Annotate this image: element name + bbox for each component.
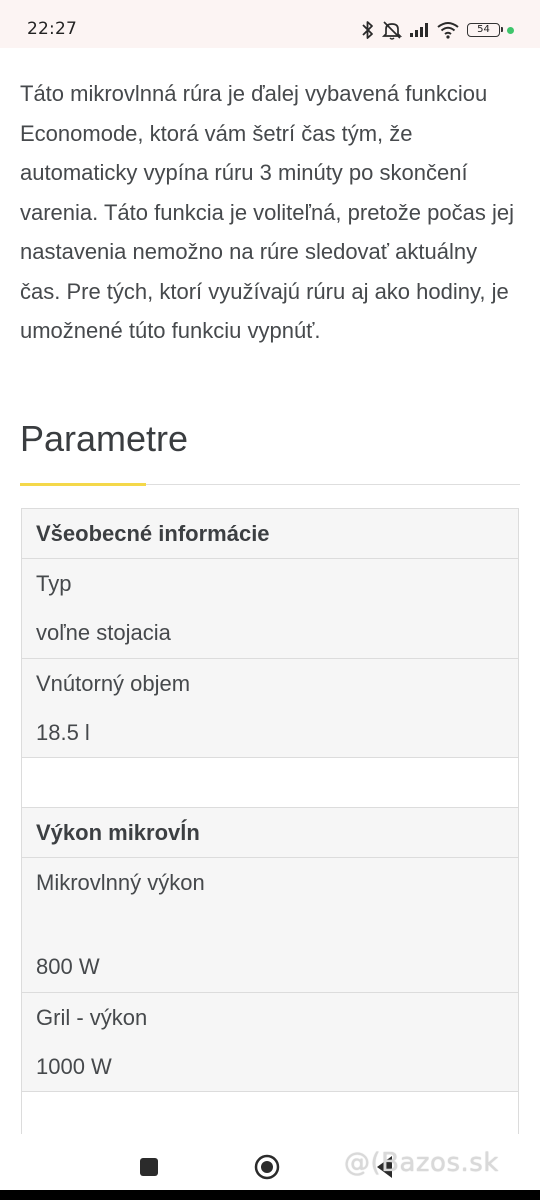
title-accent-underline [20, 483, 146, 486]
param-value: 18.5 l [36, 720, 90, 745]
param-row-volume: Vnútorný objem 18.5 l [22, 659, 518, 758]
param-value: 800 W [36, 954, 100, 979]
home-button[interactable] [254, 1154, 280, 1180]
status-icons: 54 [355, 18, 514, 42]
param-label: Mikrovlnný výkon [36, 870, 205, 895]
bottom-edge [0, 1190, 540, 1200]
param-label: Vnútorný objem [36, 671, 191, 696]
parameters-table: Všeobecné informácie Typ voľne stojacia … [21, 508, 519, 1134]
navigation-bar: @(Bazos.sk [0, 1134, 540, 1190]
status-bar: 22:27 54 [0, 0, 540, 48]
wifi-icon [437, 21, 459, 39]
article-content: Táto mikrovlnná rúra je ďalej vybavená f… [20, 74, 520, 351]
param-value: 1000 W [36, 1054, 112, 1079]
param-label: Typ [36, 571, 72, 596]
param-row-microwave-power: Mikrovlnný výkon 800 W [22, 858, 518, 993]
param-row-grill-power: Gril - výkon 1000 W [22, 993, 518, 1092]
recents-button[interactable] [140, 1158, 158, 1176]
signal-icon [409, 22, 431, 38]
muted-vibrate-icon [381, 20, 403, 40]
table-spacer [22, 1092, 518, 1134]
watermark: @(Bazos.sk [344, 1148, 499, 1178]
bluetooth-icon [361, 20, 375, 40]
group-header-general: Všeobecné informácie [22, 509, 518, 559]
param-row-type: Typ voľne stojacia [22, 559, 518, 659]
table-spacer [22, 758, 518, 808]
param-value: voľne stojacia [36, 620, 171, 645]
intro-paragraph: Táto mikrovlnná rúra je ďalej vybavená f… [20, 81, 514, 343]
charging-dot-icon [507, 26, 514, 34]
section-title: Parametre [20, 418, 189, 459]
battery-icon: 54 [467, 23, 503, 37]
group-header-microwave-power: Výkon mikrovĺn [22, 808, 518, 858]
param-label: Gril - výkon [36, 1005, 148, 1030]
status-time: 22:27 [27, 19, 77, 39]
